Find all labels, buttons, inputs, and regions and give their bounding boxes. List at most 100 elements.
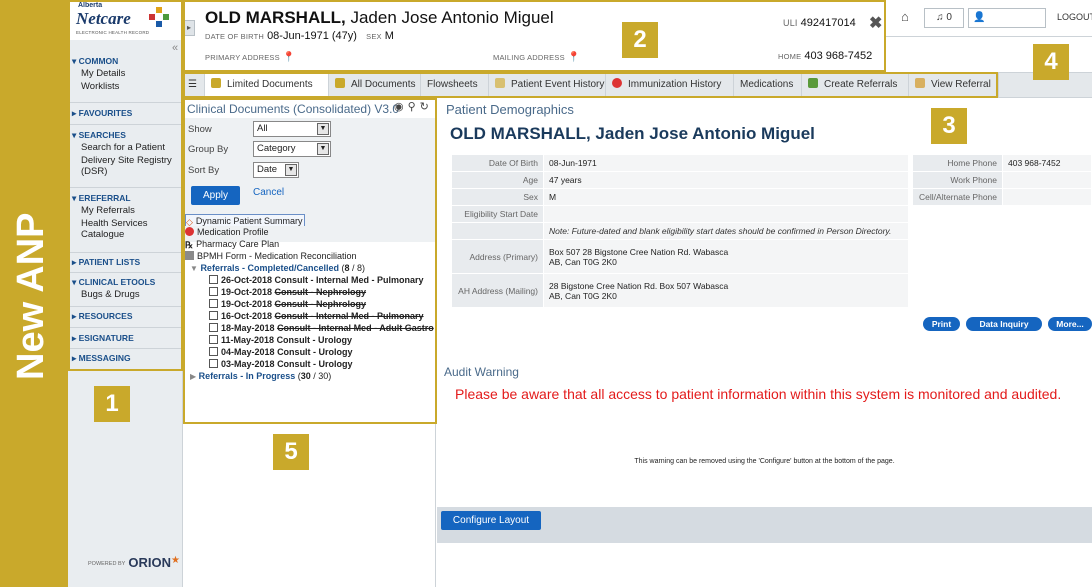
configure-layout-button[interactable]: Configure Layout [441, 511, 541, 530]
more-button[interactable]: More... [1048, 317, 1092, 331]
primary-address[interactable]: PRIMARY ADDRESS 📍 [205, 51, 295, 63]
document-icon [209, 311, 218, 320]
notifications-button[interactable]: ♫ 0 [924, 8, 964, 28]
tab-flowsheets[interactable]: Flowsheets [421, 73, 489, 97]
table-row: Address (Primary) Box 507 28 Bigstone Cre… [451, 239, 909, 274]
home-icon[interactable]: ⌂ [901, 9, 909, 24]
document-icon [209, 323, 218, 332]
docs-title: Clinical Documents (Consolidated) V3.0 [187, 102, 400, 116]
nav-head-clinical-etools[interactable]: ▾ CLINICAL ETOOLS [68, 275, 183, 289]
tree-document[interactable]: 26-Oct-2018 Consult - Internal Med - Pul… [185, 274, 436, 286]
nav-section-esignature: ▸ ESIGNATURE [68, 331, 183, 345]
nav-divider [70, 252, 181, 253]
tab-create-referrals[interactable]: Create Referrals [802, 73, 909, 97]
nav-head-favourites[interactable]: ▸ FAVOURITES [68, 106, 183, 120]
audit-warning-note: This warning can be removed using the 'C… [634, 458, 895, 465]
logo-province: Alberta [78, 2, 103, 9]
print-button[interactable]: Print [923, 317, 960, 331]
nav-item-search-patient[interactable]: Search for a Patient [68, 142, 183, 155]
view-icon[interactable]: ◉ [394, 101, 408, 113]
tree-document[interactable]: 03-May-2018 Consult - Urology [185, 358, 436, 370]
immunization-icon [612, 78, 622, 88]
mailing-address[interactable]: MAILING ADDRESS 📍 [493, 51, 580, 63]
tab-immunization-history[interactable]: Immunization History [606, 73, 734, 97]
history-icon [495, 78, 505, 88]
expand-banner-button[interactable]: ▸ [183, 20, 195, 36]
table-row: Eligibility Start Date [451, 205, 909, 223]
tab-bar: ☰ Limited Documents All Documents Flowsh… [183, 72, 1092, 98]
tree-group[interactable]: ▶ Referrals - In Progress (30 / 30) [185, 370, 436, 382]
nav-divider [70, 327, 181, 328]
nav-section-patient-lists: ▸ PATIENT LISTS [68, 255, 183, 269]
dob-sex-line: DATE OF BIRTH 08-Jun-1971 (47y) SEX M [205, 30, 394, 42]
document-icon [211, 78, 221, 88]
logout-link[interactable]: LOGOUT [1057, 12, 1092, 22]
demographics-patient-name: OLD MARSHALL, Jaden Jose Antonio Miguel [450, 124, 815, 143]
tree-item[interactable]: Medication Profile [185, 226, 436, 238]
demographics-title: Patient Demographics [446, 102, 574, 117]
nav-head-searches[interactable]: ▾ SEARCHES [68, 128, 183, 142]
tab-medications[interactable]: Medications [734, 73, 802, 97]
user-button[interactable]: 👤 [968, 8, 1046, 28]
refresh-icon[interactable]: ↻ [420, 101, 433, 113]
region-label-2: 2 [622, 22, 658, 58]
nav-head-common[interactable]: ▾ COMMON [68, 54, 183, 68]
collapse-nav-button[interactable]: « [172, 42, 178, 54]
top-toolbar: ⌂ ♫ 0 👤 LOGOUT [893, 8, 1092, 30]
region-label-5: 5 [273, 434, 309, 470]
location-pin-icon: 📍 [282, 52, 296, 63]
group-by-select[interactable]: Category ▼ [253, 141, 331, 157]
nav-item-bugs-drugs[interactable]: Bugs & Drugs [68, 289, 183, 302]
home-phone: HOME 403 968-7452 [778, 50, 873, 62]
tab-all-documents[interactable]: All Documents [329, 73, 421, 97]
sort-by-select[interactable]: Date ▼ [253, 162, 299, 178]
tree-document[interactable]: 19-Oct-2018 Consult - Nephrology [185, 286, 436, 298]
nav-head-messaging[interactable]: ▸ MESSAGING [68, 351, 183, 365]
tab-view-referral[interactable]: View Referral [909, 73, 999, 97]
show-select[interactable]: All ▼ [253, 121, 331, 137]
tree-document[interactable]: 16-Oct-2018 Consult - Internal Med - Pul… [185, 310, 436, 322]
nav-head-esignature[interactable]: ▸ ESIGNATURE [68, 331, 183, 345]
uli: ULI 492417014 [783, 17, 856, 29]
banner-text: New ANP [10, 212, 52, 380]
nav-item-worklists[interactable]: Worklists [68, 81, 183, 94]
nav-item-health-services-catalogue[interactable]: Health Services Catalogue [68, 218, 183, 242]
document-icon [209, 299, 218, 308]
medication-icon [185, 227, 194, 236]
document-icon [209, 275, 218, 284]
search-icon[interactable]: ⚲ [408, 101, 420, 113]
netcare-logo[interactable]: Alberta Netcare ELECTRONIC HEALTH RECORD [68, 0, 183, 40]
tree-document[interactable]: 19-Oct-2018 Consult - Nephrology [185, 298, 436, 310]
main-content: Patient Demographics OLD MARSHALL, Jaden… [437, 98, 1092, 587]
cancel-link[interactable]: Cancel [253, 187, 284, 198]
audit-warning-title: Audit Warning [444, 365, 519, 379]
nav-divider [70, 124, 181, 125]
tree-item[interactable]: ℞ Pharmacy Care Plan [185, 238, 436, 250]
tab-limited-documents[interactable]: Limited Documents [205, 73, 329, 97]
left-navigation: Alberta Netcare ELECTRONIC HEALTH RECORD… [68, 0, 183, 587]
tab-patient-event-history[interactable]: Patient Event History [489, 73, 606, 97]
phones-table: Home Phone 403 968-7452 Work Phone Cell/A… [912, 154, 1092, 206]
nav-item-dsr[interactable]: Delivery Site Registry (DSR) [68, 155, 183, 179]
close-patient-icon[interactable]: ✖ [869, 13, 882, 33]
nav-item-my-details[interactable]: My Details [68, 68, 183, 81]
document-icon [209, 287, 218, 296]
show-label: Show [188, 124, 212, 135]
nav-head-resources[interactable]: ▸ RESOURCES [68, 309, 183, 323]
nav-head-patient-lists[interactable]: ▸ PATIENT LISTS [68, 255, 183, 269]
nav-head-ereferral[interactable]: ▾ EREFERRAL [68, 191, 183, 205]
tree-document[interactable]: 04-May-2018 Consult - Urology [185, 346, 436, 358]
tree-item[interactable]: ◇ Dynamic Patient Summary [185, 214, 436, 226]
user-icon: 👤 [973, 12, 986, 23]
table-row: Date Of Birth 08-Jun-1971 [451, 154, 909, 172]
nav-item-my-referrals[interactable]: My Referrals [68, 205, 183, 218]
tree-group[interactable]: ▼ Referrals - Completed/Cancelled (8 / 8… [185, 262, 436, 274]
tree-document[interactable]: 11-May-2018 Consult - Urology [185, 334, 436, 346]
data-inquiry-button[interactable]: Data Inquiry [966, 317, 1042, 331]
group-by-label: Group By [188, 144, 229, 155]
table-row: Work Phone [912, 171, 1092, 189]
tree-item[interactable]: BPMH Form - Medication Reconciliation [185, 250, 436, 262]
tree-document[interactable]: 18-May-2018 Consult - Internal Med - Adu… [185, 322, 436, 334]
menu-icon[interactable]: ☰ [183, 73, 205, 97]
apply-button[interactable]: Apply [191, 186, 240, 205]
